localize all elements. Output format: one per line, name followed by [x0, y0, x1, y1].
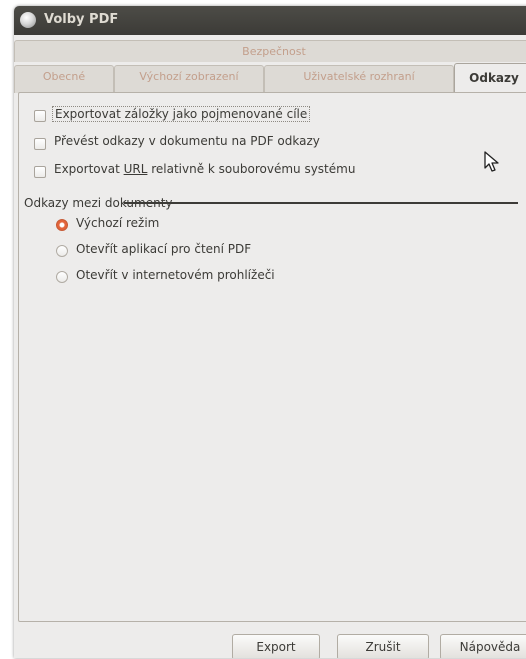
cancel-button[interactable]: Zrušit — [337, 634, 429, 658]
tab-user-interface[interactable]: Uživatelské rozhraní — [264, 65, 454, 93]
export-button[interactable]: Export — [232, 634, 320, 658]
pdf-options-dialog: Volby PDF Bezpečnost Obecné Výchozí zobr… — [14, 6, 526, 658]
default-mode-radio[interactable] — [56, 219, 68, 231]
open-browser-label[interactable]: Otevřít v internetovém prohlížeči — [76, 268, 275, 282]
open-pdf-reader-radio[interactable] — [56, 245, 68, 257]
export-url-relative-label[interactable]: Exportovat URL relativně k souborovému s… — [54, 162, 355, 176]
open-browser-radio[interactable] — [56, 271, 68, 283]
help-button[interactable]: Nápověda — [440, 634, 526, 658]
tab-security[interactable]: Bezpečnost — [14, 40, 526, 62]
app-icon — [20, 12, 36, 28]
convert-links-label[interactable]: Převést odkazy v dokumentu na PDF odkazy — [54, 134, 320, 148]
tab-links[interactable]: Odkazy — [454, 63, 526, 93]
convert-links-checkbox[interactable] — [34, 138, 46, 150]
export-url-relative-label-pre: Exportovat — [54, 162, 124, 176]
tab-initial-view[interactable]: Výchozí zobrazení — [114, 65, 264, 93]
section-divider — [124, 202, 518, 204]
export-bookmarks-label[interactable]: Exportovat záložky jako pojmenované cíle — [52, 106, 311, 122]
open-pdf-reader-label[interactable]: Otevřít aplikací pro čtení PDF — [76, 242, 251, 256]
default-mode-label[interactable]: Výchozí režim — [76, 216, 159, 230]
tab-row-lower: Obecné Výchozí zobrazení Uživatelské roz… — [14, 63, 526, 93]
tab-general[interactable]: Obecné — [14, 65, 114, 93]
export-bookmarks-checkbox[interactable] — [34, 110, 46, 122]
mouse-pointer-icon — [484, 151, 499, 172]
tab-row-upper: Bezpečnost — [14, 40, 526, 62]
title-bar[interactable]: Volby PDF — [14, 6, 526, 35]
window-title: Volby PDF — [44, 12, 119, 27]
export-url-relative-label-url: URL — [123, 162, 148, 176]
export-url-relative-label-post: relativně k souborovému systému — [147, 162, 356, 176]
export-url-relative-checkbox[interactable] — [34, 166, 46, 178]
